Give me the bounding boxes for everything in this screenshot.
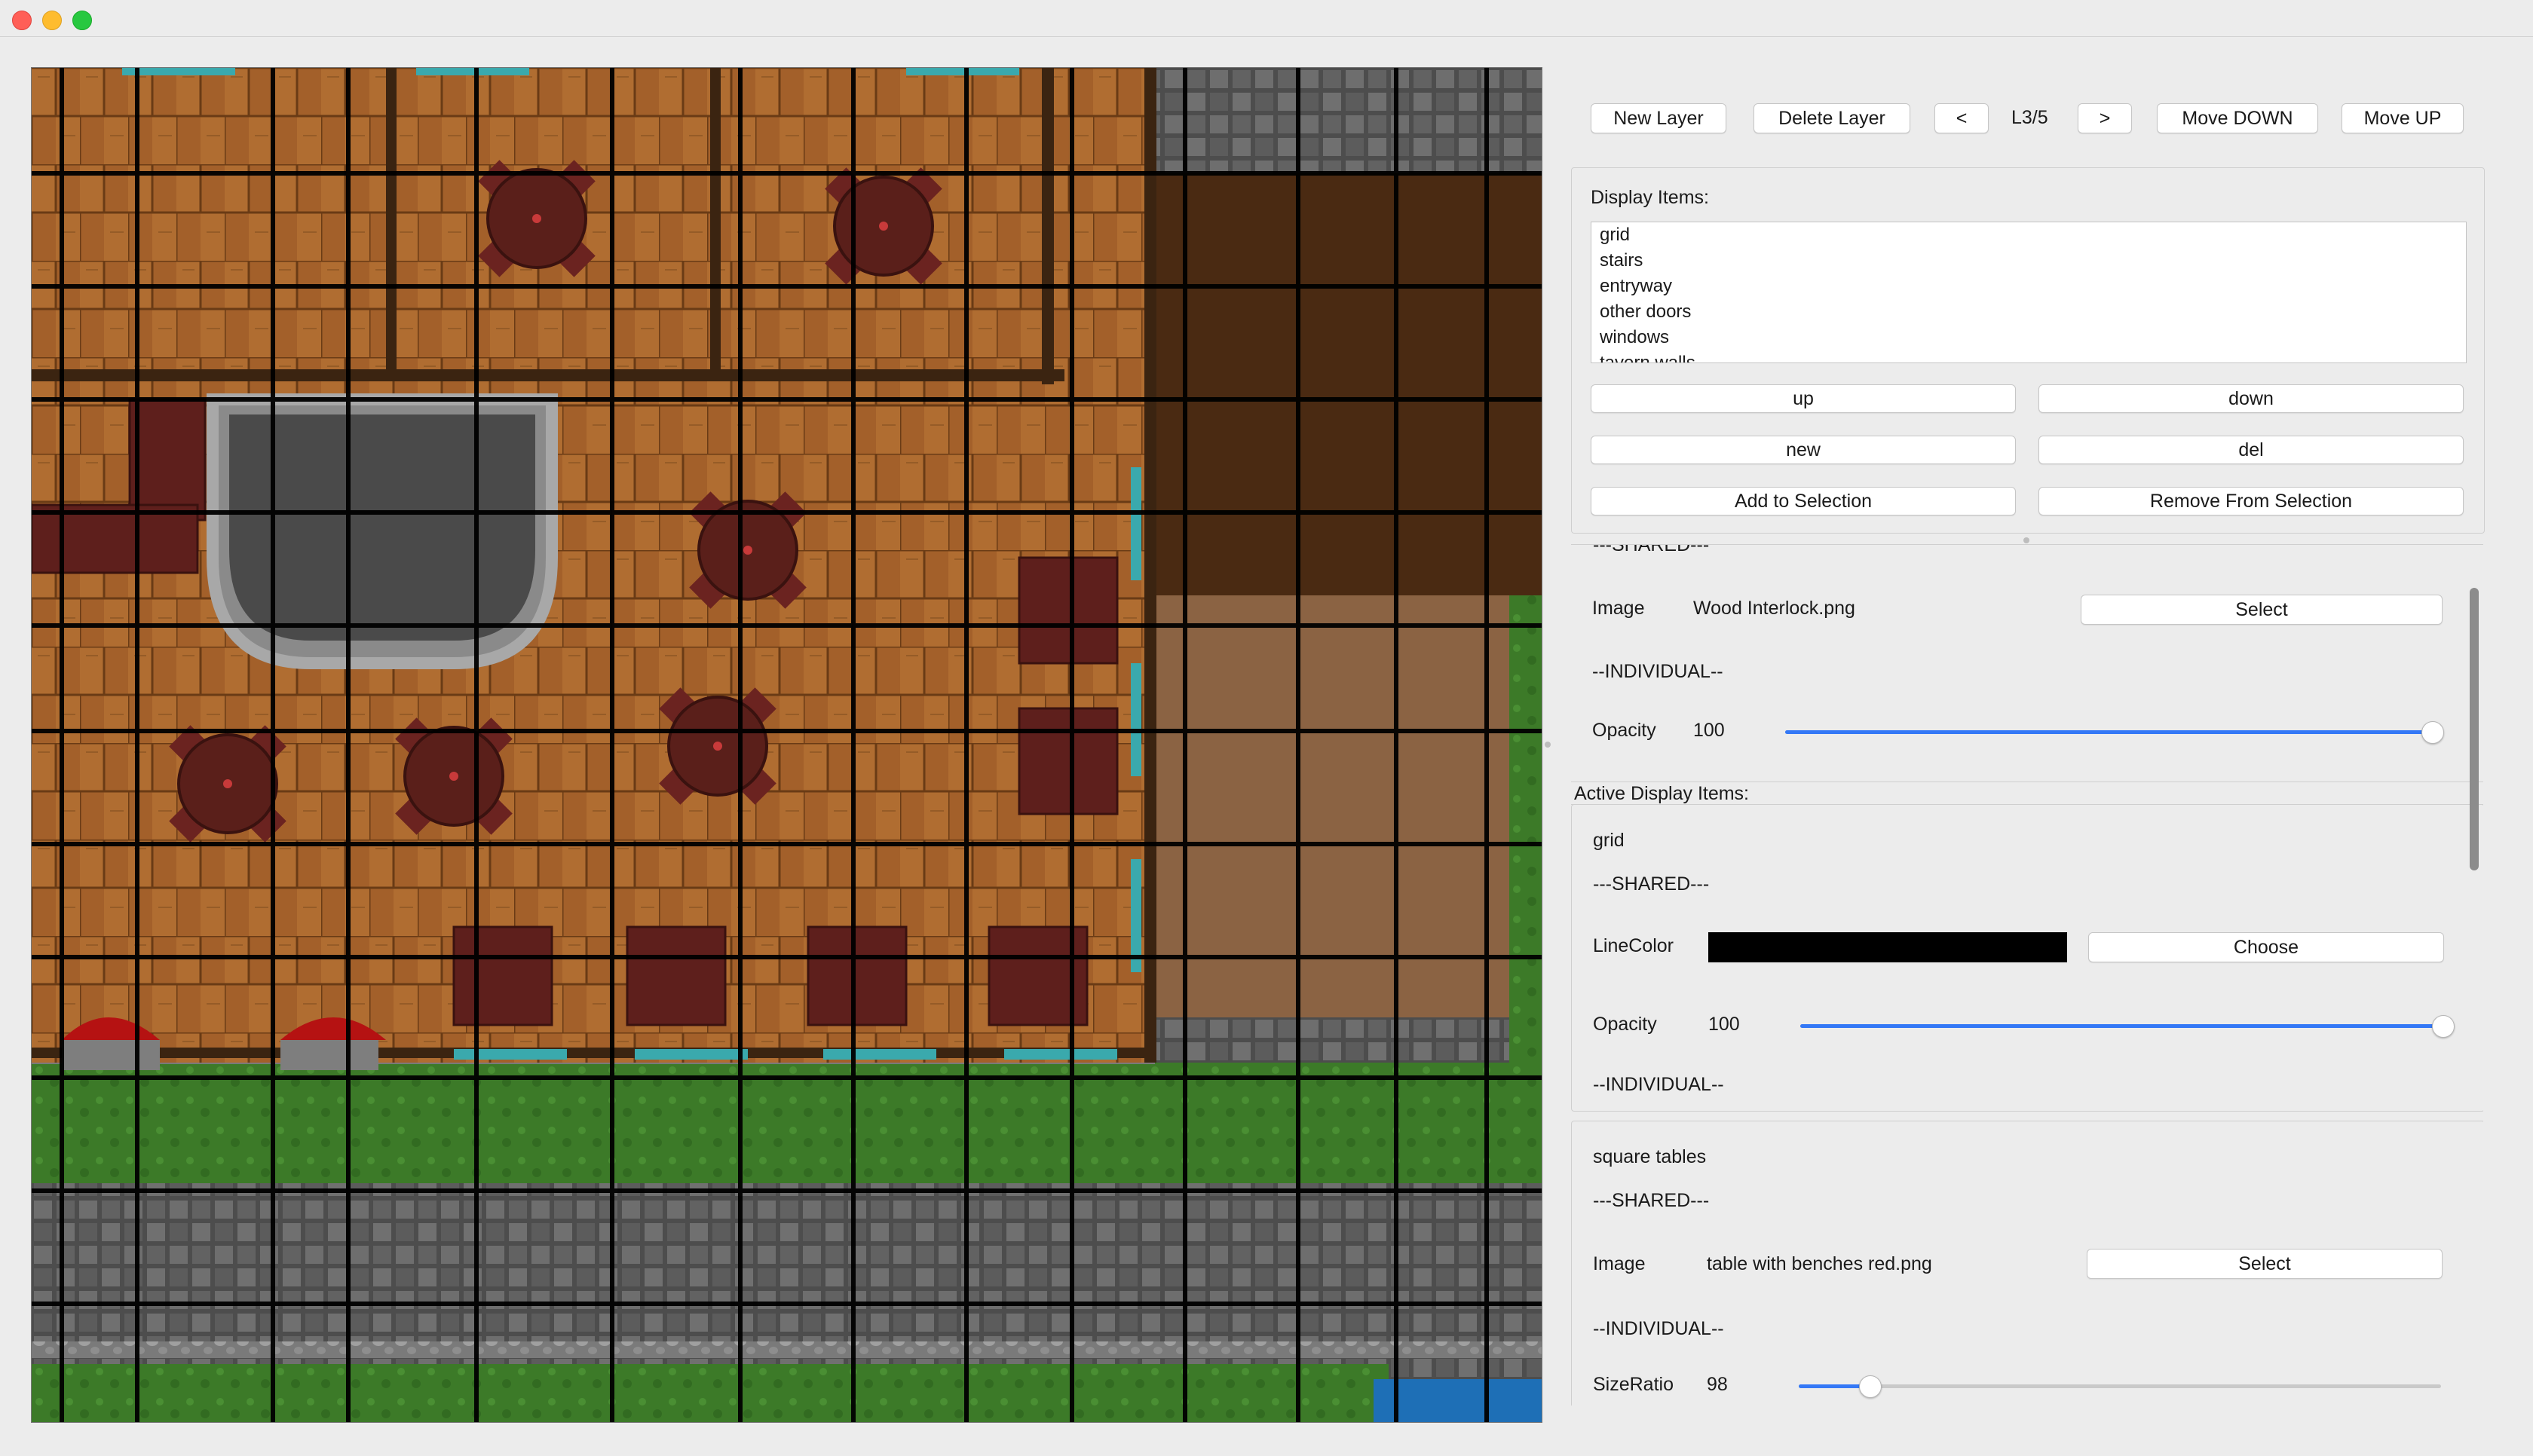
window-titlebar	[0, 0, 2533, 37]
list-item[interactable]: entryway	[1591, 274, 2466, 299]
sizeratio-slider-handle[interactable]	[1859, 1375, 1882, 1398]
list-item[interactable]: windows	[1591, 325, 2466, 350]
move-up-button[interactable]: Move UP	[2342, 103, 2464, 133]
close-window-button[interactable]	[12, 11, 32, 30]
properties-scrollbar[interactable]	[2470, 588, 2479, 870]
layer-opacity-value: 100	[1693, 720, 1725, 741]
layer-opacity-label: Opacity	[1592, 720, 1656, 741]
next-layer-button[interactable]: >	[2078, 103, 2132, 133]
grid-shared-header: ---SHARED---	[1593, 873, 1710, 895]
panel-splitter-handle[interactable]	[2023, 537, 2029, 543]
layer-image-select-button[interactable]: Select	[2081, 595, 2443, 625]
grid-opacity-slider-fill	[1800, 1024, 2443, 1028]
new-layer-button[interactable]: New Layer	[1591, 103, 1726, 133]
display-items-list[interactable]: grid stairs entryway other doors windows…	[1591, 222, 2467, 363]
layer-indicator: L3/5	[2011, 107, 2048, 128]
sizeratio-slider-track[interactable]	[1799, 1384, 2441, 1388]
previous-layer-button[interactable]: <	[1934, 103, 1989, 133]
map-canvas[interactable]	[31, 67, 1542, 1423]
square-tables-sizeratio-value: 98	[1707, 1374, 1728, 1395]
square-tables-individual-header: --INDIVIDUAL--	[1593, 1318, 1724, 1339]
add-to-selection-button[interactable]: Add to Selection	[1591, 487, 2016, 515]
grid-opacity-value: 100	[1708, 1014, 1740, 1035]
minimize-window-button[interactable]	[42, 11, 62, 30]
item-delete-button[interactable]: del	[2038, 436, 2464, 464]
grid-linecolor-choose-button[interactable]: Choose	[2088, 932, 2444, 962]
list-item[interactable]: tavern walls	[1591, 350, 2466, 362]
list-item[interactable]: grid	[1591, 222, 2466, 248]
grid-opacity-label: Opacity	[1593, 1014, 1657, 1035]
grid-individual-header: --INDIVIDUAL--	[1593, 1074, 1724, 1095]
square-tables-image-select-button[interactable]: Select	[2087, 1249, 2443, 1279]
item-up-button[interactable]: up	[1591, 384, 2016, 413]
layer-image-label: Image	[1592, 598, 1645, 619]
map-drawing	[32, 68, 1542, 1422]
square-tables-image-label: Image	[1593, 1253, 1646, 1274]
active-display-items-label: Active Display Items:	[1574, 783, 1750, 804]
list-item[interactable]: stairs	[1591, 248, 2466, 274]
maximize-window-button[interactable]	[72, 11, 92, 30]
properties-scroll-area[interactable]: ---SHARED--- Image Wood Interlock.png Se…	[1571, 544, 2483, 1406]
layer-opacity-slider-handle[interactable]	[2421, 721, 2444, 744]
layer-image-value: Wood Interlock.png	[1693, 598, 1855, 619]
grid-linecolor-label: LineColor	[1593, 935, 1674, 956]
layer-opacity-slider-fill	[1785, 730, 2432, 734]
layer-individual-header: --INDIVIDUAL--	[1592, 661, 1723, 682]
grid-linecolor-swatch	[1708, 932, 2067, 962]
display-items-label: Display Items:	[1591, 187, 1709, 208]
item-down-button[interactable]: down	[2038, 384, 2464, 413]
remove-from-selection-button[interactable]: Remove From Selection	[2038, 487, 2464, 515]
square-tables-shared-header: ---SHARED---	[1593, 1190, 1710, 1211]
move-down-button[interactable]: Move DOWN	[2157, 103, 2318, 133]
item-new-button[interactable]: new	[1591, 436, 2016, 464]
list-item[interactable]: other doors	[1591, 299, 2466, 325]
grid-opacity-slider-handle[interactable]	[2432, 1015, 2455, 1038]
grid-item-name: grid	[1593, 830, 1625, 851]
delete-layer-button[interactable]: Delete Layer	[1753, 103, 1910, 133]
square-tables-sizeratio-label: SizeRatio	[1593, 1374, 1674, 1395]
splitter-handle[interactable]	[1545, 742, 1551, 748]
square-tables-item-name: square tables	[1593, 1146, 1707, 1167]
square-tables-image-value: table with benches red.png	[1707, 1253, 1932, 1274]
layer-shared-header: ---SHARED---	[1593, 544, 1710, 555]
